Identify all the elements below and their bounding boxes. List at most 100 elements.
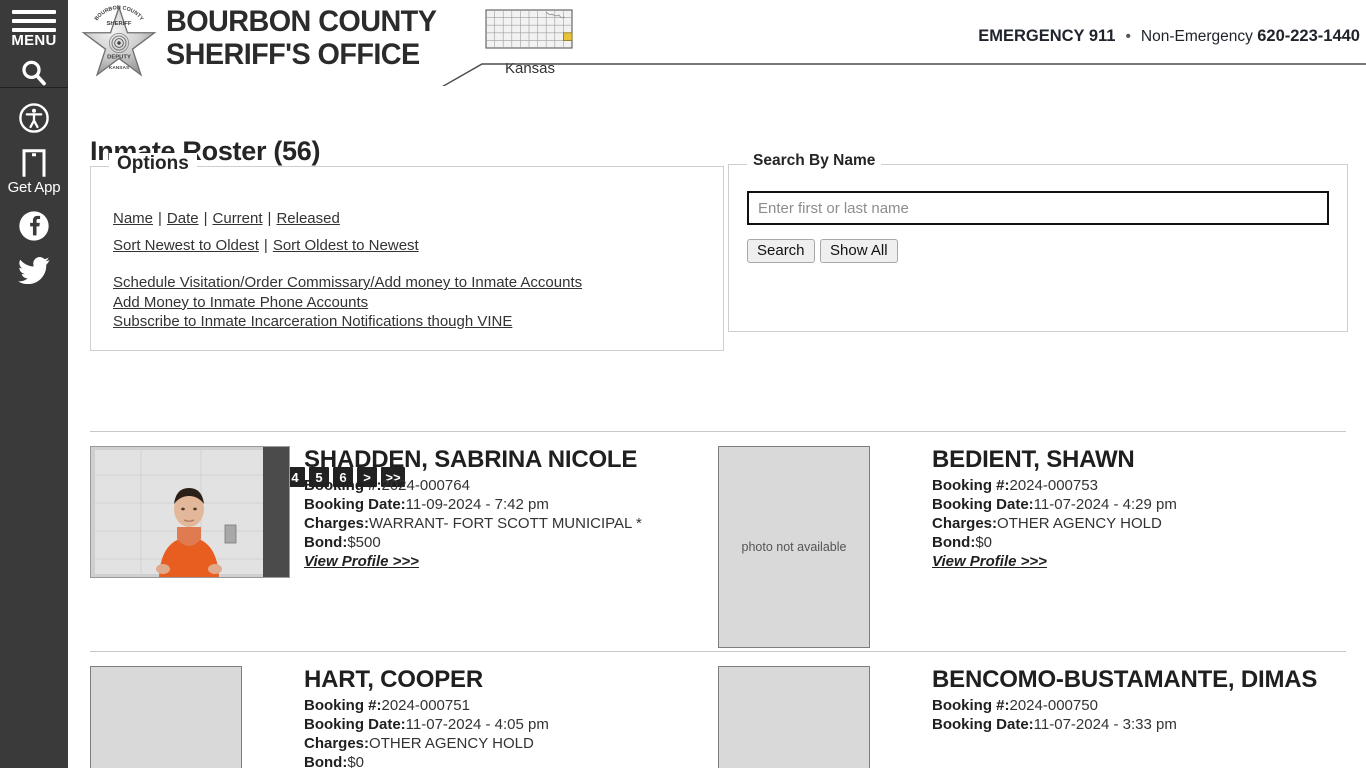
bond-label: Bond:	[932, 534, 976, 551]
booking-no-label: Booking #:	[932, 697, 1010, 714]
inmate-name: BENCOMO-BUSTAMANTE, DIMAS	[932, 666, 1318, 693]
sidebar-item-twitter[interactable]	[0, 256, 68, 284]
inmate-charges: Charges:WARRANT- FORT SCOTT MUNICIPAL *	[304, 514, 642, 533]
svg-text:DEPUTY: DEPUTY	[107, 54, 131, 60]
search-button[interactable]: Search	[747, 239, 815, 263]
booking-no-label: Booking #:	[304, 477, 382, 494]
inmate-details: HART, COOPER Booking #:2024-000751 Booki…	[304, 666, 549, 768]
inmate-details: BEDIENT, SHAWN Booking #:2024-000753 Boo…	[932, 446, 1177, 651]
inmate-details: BENCOMO-BUSTAMANTE, DIMAS Booking #:2024…	[932, 666, 1317, 768]
sheriff-badge-logo: SHERIFF DEPUTY KANSAS BOURBON COUNTY	[81, 5, 157, 77]
option-link-date[interactable]: Date	[167, 210, 199, 227]
bond-value: $500	[347, 534, 381, 551]
charges-value: OTHER AGENCY HOLD	[369, 735, 534, 752]
booking-no-value: 2024-000764	[381, 477, 470, 494]
inmate-name: SHADDEN, SABRINA NICOLE	[304, 446, 638, 473]
charges-value: OTHER AGENCY HOLD	[997, 515, 1162, 532]
inmate-booking-number: Booking #:2024-000750	[932, 696, 1317, 715]
sidebar-menu-section[interactable]: MENU	[0, 0, 68, 88]
show-all-button[interactable]: Show All	[820, 239, 898, 263]
option-link-sort-newest[interactable]: Sort Newest to Oldest	[113, 237, 259, 254]
search-panel: Search By Name Search Show All	[728, 152, 1348, 332]
facebook-icon	[19, 211, 49, 241]
roster-row: SHADDEN, SABRINA NICOLE Booking #:2024-0…	[90, 431, 1346, 651]
contact-separator: •	[1125, 28, 1131, 45]
inmate-card: photo not available HART, COOPER Booking…	[90, 666, 718, 768]
booking-date-label: Booking Date:	[304, 496, 406, 513]
option-link-schedule-visitation[interactable]: Schedule Visitation/Order Commissary/Add…	[113, 273, 582, 293]
booking-no-value: 2024-000751	[381, 697, 470, 714]
booking-date-label: Booking Date:	[932, 716, 1034, 733]
accessibility-icon	[19, 103, 49, 133]
non-emergency-label: Non-Emergency	[1140, 28, 1253, 45]
inmate-card: SHADDEN, SABRINA NICOLE Booking #:2024-0…	[90, 446, 718, 651]
options-sort-row-2: Sort Newest to Oldest | Sort Oldest to New…	[113, 237, 419, 254]
inmate-booking-date: Booking Date:11-07-2024 - 4:29 pm	[932, 495, 1177, 514]
hamburger-bar	[12, 10, 56, 14]
menu-label: MENU	[11, 32, 57, 49]
booking-no-label: Booking #:	[304, 697, 382, 714]
photo-unavailable-label: photo not available	[741, 540, 847, 554]
kansas-map-icon	[485, 9, 573, 49]
search-legend: Search By Name	[747, 152, 882, 170]
non-emergency-phone[interactable]: 620-223-1440	[1257, 27, 1360, 45]
inmate-mugshot	[90, 446, 290, 578]
inmate-card: photo not available BENCOMO-BUSTAMANTE, …	[718, 666, 1346, 768]
view-profile-link[interactable]: View Profile >>>	[932, 553, 1047, 570]
inmate-booking-number: Booking #:2024-000751	[304, 696, 549, 715]
inmate-charges: Charges:OTHER AGENCY HOLD	[932, 514, 1177, 533]
option-link-sort-oldest[interactable]: Sort Oldest to Newest	[273, 237, 419, 254]
booking-date-label: Booking Date:	[304, 716, 406, 733]
bond-value: $0	[975, 534, 993, 551]
inmate-booking-date: Booking Date:11-09-2024 - 7:42 pm	[304, 495, 642, 514]
inmate-card: photo not available BEDIENT, SHAWN Booki…	[718, 446, 1346, 651]
inmate-name: BEDIENT, SHAWN	[932, 446, 1135, 473]
charges-value: WARRANT- FORT SCOTT MUNICIPAL *	[369, 515, 642, 532]
option-link-phone-accounts[interactable]: Add Money to Inmate Phone Accounts	[113, 293, 582, 313]
charges-label: Charges:	[304, 515, 370, 532]
sidebar-item-search[interactable]	[0, 58, 68, 88]
inmate-booking-number: Booking #:2024-000764	[304, 476, 642, 495]
option-link-vine[interactable]: Subscribe to Inmate Incarceration Notifi…	[113, 312, 582, 332]
inmate-bond: Bond:$500	[304, 533, 642, 552]
inmate-bond: Bond:$0	[304, 753, 549, 768]
option-separator: |	[267, 210, 272, 227]
inmate-booking-date: Booking Date:11-07-2024 - 3:33 pm	[932, 715, 1317, 734]
option-link-current[interactable]: Current	[213, 210, 263, 227]
site-header: SHERIFF DEPUTY KANSAS BOURBON COUNTY BOU…	[68, 0, 1366, 84]
view-profile-link[interactable]: View Profile >>>	[304, 553, 419, 570]
options-sort-row-1: Name | Date | Current | Released	[113, 210, 340, 227]
option-separator: |	[263, 237, 268, 254]
mugshot-image	[91, 447, 289, 577]
option-link-released[interactable]: Released	[276, 210, 339, 227]
booking-date-value: 11-07-2024 - 3:33 pm	[1033, 716, 1177, 733]
sidebar-item-facebook[interactable]	[0, 210, 68, 242]
sidebar-item-accessibility[interactable]	[0, 102, 68, 134]
charges-label: Charges:	[932, 515, 998, 532]
option-separator: |	[203, 210, 208, 227]
get-app-label: Get App	[7, 179, 61, 196]
bond-value: $0	[347, 754, 365, 768]
bourbon-county-highlight	[563, 32, 573, 41]
search-input[interactable]	[747, 191, 1329, 225]
charges-label: Charges:	[304, 735, 370, 752]
inmate-photo-placeholder: photo not available	[90, 666, 242, 768]
org-line-2: SHERIFF'S OFFICE	[166, 38, 420, 71]
sidebar-item-get-app[interactable]: Get App	[0, 148, 68, 196]
booking-date-value: 11-09-2024 - 7:42 pm	[405, 496, 549, 513]
inmate-name: HART, COOPER	[304, 666, 483, 693]
booking-date-value: 11-07-2024 - 4:05 pm	[405, 716, 549, 733]
inmate-photo-placeholder: photo not available	[718, 446, 870, 648]
inmate-charges: Charges:OTHER AGENCY HOLD	[304, 734, 549, 753]
bond-label: Bond:	[304, 754, 348, 768]
option-link-name[interactable]: Name	[113, 210, 153, 227]
kansas-label: Kansas	[504, 60, 556, 77]
site-title: BOURBON COUNTY SHERIFF'S OFFICE	[166, 5, 437, 71]
inmate-booking-number: Booking #:2024-000753	[932, 476, 1177, 495]
booking-no-label: Booking #:	[932, 477, 1010, 494]
bond-label: Bond:	[304, 534, 348, 551]
booking-date-value: 11-07-2024 - 4:29 pm	[1033, 496, 1177, 513]
options-panel: Options Name | Date | Current | Released Sort …	[90, 153, 724, 351]
option-separator: |	[158, 210, 162, 227]
kansas-map-widget: Kansas	[484, 6, 576, 77]
